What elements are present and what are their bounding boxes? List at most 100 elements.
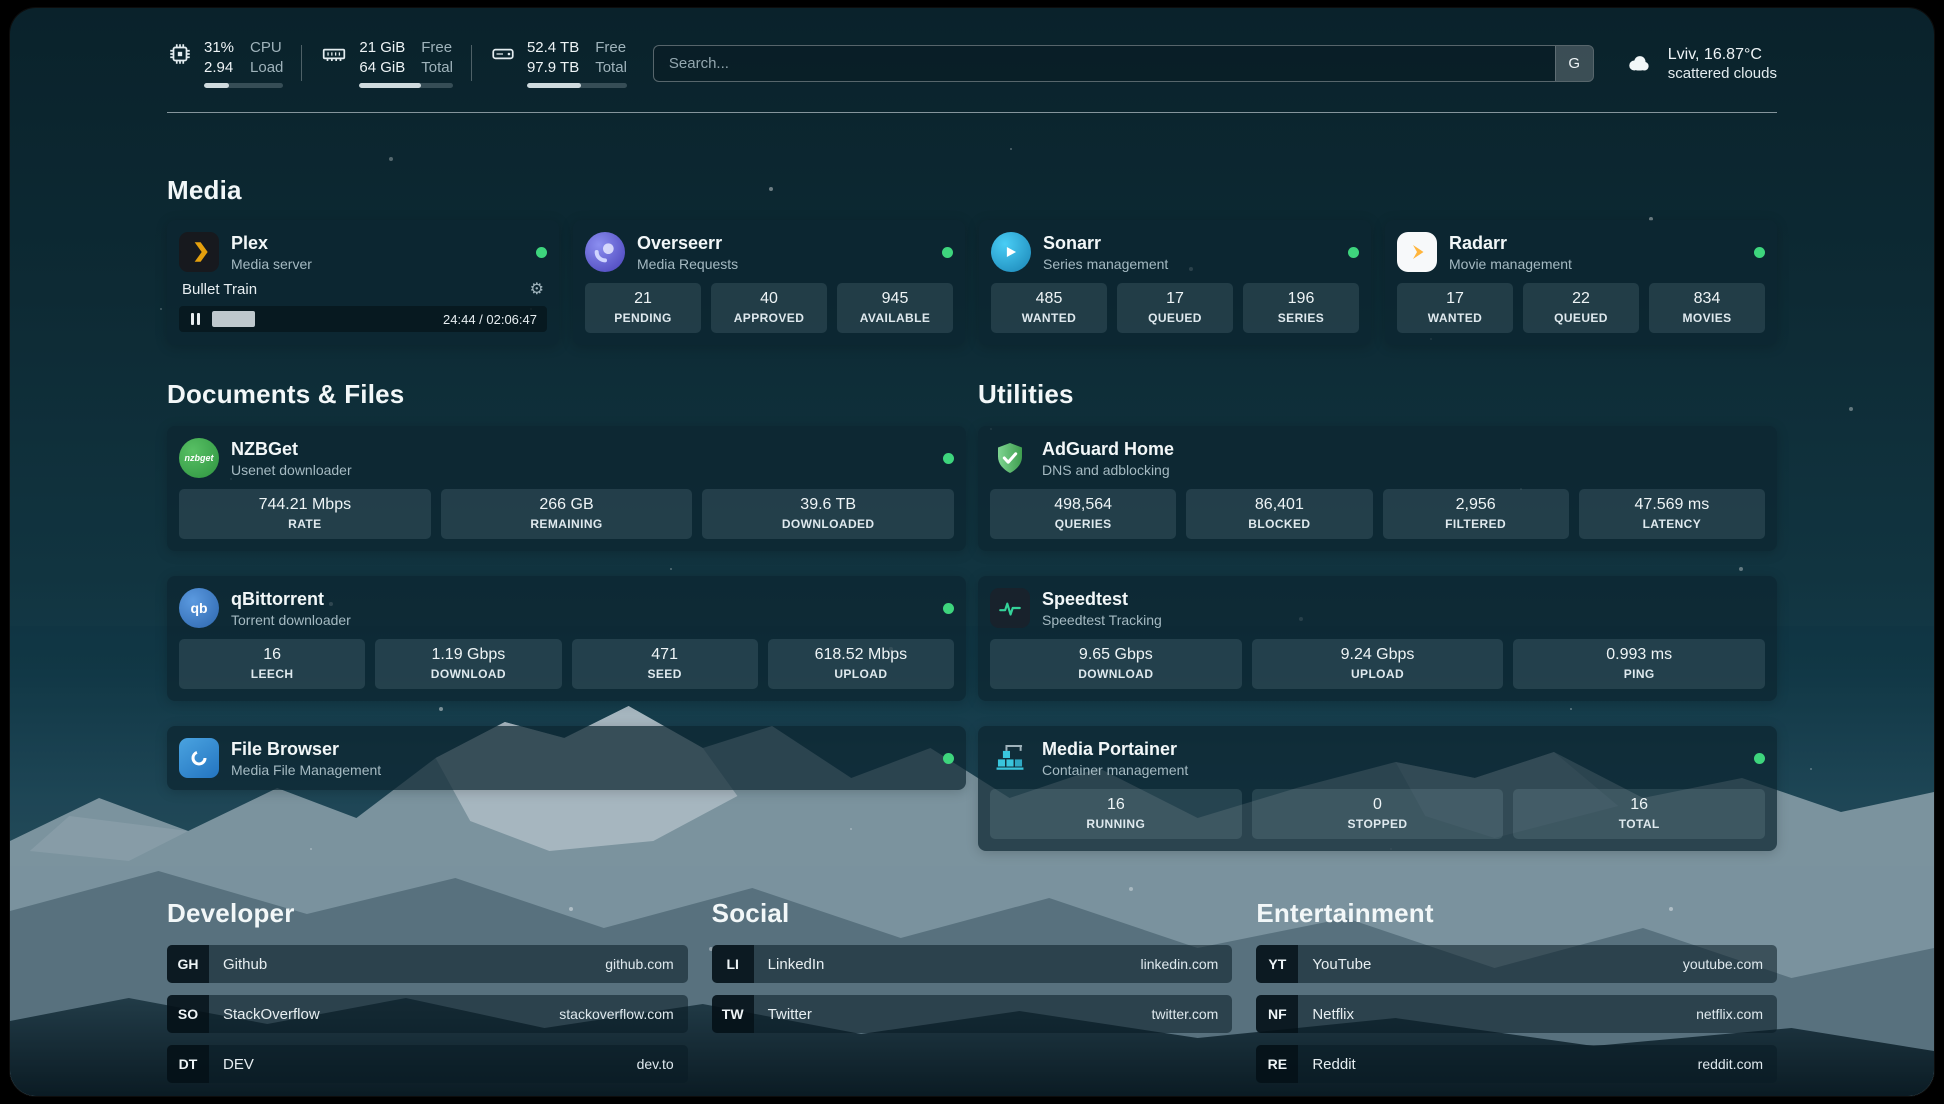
app-card-sonarr[interactable]: Sonarr Series management 485 WANTED 17 Q… xyxy=(979,220,1371,345)
stat-label: DOWNLOAD xyxy=(379,667,557,681)
stat-tile: 17 WANTED xyxy=(1397,283,1513,333)
weather-condition: scattered clouds xyxy=(1668,65,1777,82)
bookmark-row-github[interactable]: GH Github github.com xyxy=(167,945,688,983)
utilities-column: Utilities xyxy=(978,345,1777,876)
app-card-filebrowser[interactable]: File Browser Media File Management xyxy=(167,726,966,790)
stat-label: QUERIES xyxy=(994,517,1172,531)
stat-value: 9.24 Gbps xyxy=(1256,646,1500,664)
stat-tile: 0.993 ms PING xyxy=(1513,639,1765,689)
header-divider xyxy=(167,112,1777,113)
app-card-nzbget[interactable]: nzbget NZBGet Usenet downloader 744.21 M… xyxy=(167,426,966,551)
stat-label: PING xyxy=(1517,667,1761,681)
app-card-overseerr[interactable]: Overseerr Media Requests 21 PENDING 40 A… xyxy=(573,220,965,345)
stat-value: 17 xyxy=(1121,290,1229,308)
stat-value: 0.993 ms xyxy=(1517,646,1761,664)
bookmark-row-stackoverflow[interactable]: SO StackOverflow stackoverflow.com xyxy=(167,995,688,1033)
stat-label: UPLOAD xyxy=(1256,667,1500,681)
sonarr-icon xyxy=(991,232,1031,272)
stat-label: SERIES xyxy=(1247,311,1355,325)
playback-progress-bar[interactable]: 24:44 / 02:06:47 xyxy=(179,306,547,332)
bookmark-row-linkedin[interactable]: LI LinkedIn linkedin.com xyxy=(712,945,1233,983)
bookmark-abbr: GH xyxy=(167,945,209,983)
app-card-portainer[interactable]: Media Portainer Container management 16 … xyxy=(978,726,1777,851)
nzbget-icon: nzbget xyxy=(179,438,219,478)
stat-tile: 2,956 FILTERED xyxy=(1383,489,1569,539)
metric-separator xyxy=(471,45,472,81)
app-subtitle: Container management xyxy=(1042,762,1188,778)
app-card-radarr[interactable]: Radarr Movie management 17 WANTED 22 QUE… xyxy=(1385,220,1777,345)
settings-gear-icon[interactable]: ⚙ xyxy=(530,282,544,298)
adguard-icon xyxy=(990,438,1030,478)
stat-label: TOTAL xyxy=(1517,817,1761,831)
ram-usage-widget: 21 GiB Free 64 GiB Total xyxy=(320,38,453,88)
status-dot xyxy=(943,453,954,464)
stat-label: AVAILABLE xyxy=(841,311,949,325)
ram-total-label: Total xyxy=(421,58,453,77)
stat-value: 16 xyxy=(994,796,1238,814)
app-name: qBittorrent xyxy=(231,589,351,610)
bookmark-abbr: RE xyxy=(1256,1045,1298,1083)
bookmark-url: dev.to xyxy=(637,1056,674,1072)
disk-usage-widget: 52.4 TB Free 97.9 TB Total xyxy=(490,38,627,88)
bookmark-name: Reddit xyxy=(1312,1056,1355,1073)
bookmark-row-netflix[interactable]: NF Netflix netflix.com xyxy=(1256,995,1777,1033)
app-name: AdGuard Home xyxy=(1042,439,1174,460)
app-name: NZBGet xyxy=(231,439,352,460)
cpu-load-value: 2.94 xyxy=(204,58,234,77)
section-title-developer: Developer xyxy=(167,898,688,929)
stat-tile: 9.24 Gbps UPLOAD xyxy=(1252,639,1504,689)
stat-label: QUEUED xyxy=(1121,311,1229,325)
bookmark-name: Github xyxy=(223,956,267,973)
bookmark-url: netflix.com xyxy=(1696,1006,1763,1022)
bookmark-abbr: DT xyxy=(167,1045,209,1083)
stat-tile: 40 APPROVED xyxy=(711,283,827,333)
app-subtitle: Media Requests xyxy=(637,256,738,272)
bookmark-row-reddit[interactable]: RE Reddit reddit.com xyxy=(1256,1045,1777,1083)
bookmark-row-youtube[interactable]: YT YouTube youtube.com xyxy=(1256,945,1777,983)
disk-total-label: Total xyxy=(595,58,627,77)
app-subtitle: Movie management xyxy=(1449,256,1572,272)
app-name: Overseerr xyxy=(637,233,738,254)
stat-value: 1.19 Gbps xyxy=(379,646,557,664)
bookmark-url: linkedin.com xyxy=(1141,956,1219,972)
system-metrics: 31% CPU 2.94 Load xyxy=(167,38,627,88)
bookmark-abbr: LI xyxy=(712,945,754,983)
stat-tile: 834 MOVIES xyxy=(1649,283,1765,333)
bookmark-row-dev[interactable]: DT DEV dev.to xyxy=(167,1045,688,1083)
search-engine-button[interactable]: G xyxy=(1555,46,1593,81)
stat-label: LATENCY xyxy=(1583,517,1761,531)
bookmark-group-entertainment: Entertainment YT YouTube youtube.com NF … xyxy=(1256,898,1777,1095)
stat-value: 618.52 Mbps xyxy=(772,646,950,664)
cpu-icon xyxy=(167,41,193,67)
app-subtitle: DNS and adblocking xyxy=(1042,462,1174,478)
status-dot xyxy=(943,753,954,764)
search-input[interactable] xyxy=(654,55,1555,72)
app-card-plex[interactable]: Plex Media server Bullet Train ⚙ 24:44 /… xyxy=(167,220,559,345)
stat-value: 9.65 Gbps xyxy=(994,646,1238,664)
stat-tile: 744.21 Mbps RATE xyxy=(179,489,431,539)
bookmark-url: reddit.com xyxy=(1698,1056,1763,1072)
status-dot xyxy=(942,247,953,258)
stat-value: 17 xyxy=(1401,290,1509,308)
pause-button[interactable] xyxy=(189,311,202,327)
filebrowser-icon xyxy=(179,738,219,778)
stat-tile: 9.65 Gbps DOWNLOAD xyxy=(990,639,1242,689)
portainer-icon xyxy=(990,738,1030,778)
status-dot xyxy=(1754,753,1765,764)
app-subtitle: Torrent downloader xyxy=(231,612,351,628)
app-card-speedtest[interactable]: Speedtest Speedtest Tracking 9.65 Gbps D… xyxy=(978,576,1777,701)
stat-tile: 266 GB REMAINING xyxy=(441,489,693,539)
overseerr-icon xyxy=(585,232,625,272)
stat-value: 266 GB xyxy=(445,496,689,514)
stat-value: 39.6 TB xyxy=(706,496,950,514)
ram-icon xyxy=(320,41,348,67)
app-card-adguard[interactable]: AdGuard Home DNS and adblocking 498,564 … xyxy=(978,426,1777,551)
stat-tile: 16 RUNNING xyxy=(990,789,1242,839)
stat-tile: 39.6 TB DOWNLOADED xyxy=(702,489,954,539)
documents-column: Documents & Files nzbget NZBGet Usenet d… xyxy=(167,345,966,876)
bookmark-row-twitter[interactable]: TW Twitter twitter.com xyxy=(712,995,1233,1033)
app-card-qbittorrent[interactable]: qb qBittorrent Torrent downloader 16 LEE… xyxy=(167,576,966,701)
stat-value: 47.569 ms xyxy=(1583,496,1761,514)
bookmarks-section: Developer GH Github github.com SO StackO… xyxy=(167,898,1777,1095)
stat-tile: 485 WANTED xyxy=(991,283,1107,333)
